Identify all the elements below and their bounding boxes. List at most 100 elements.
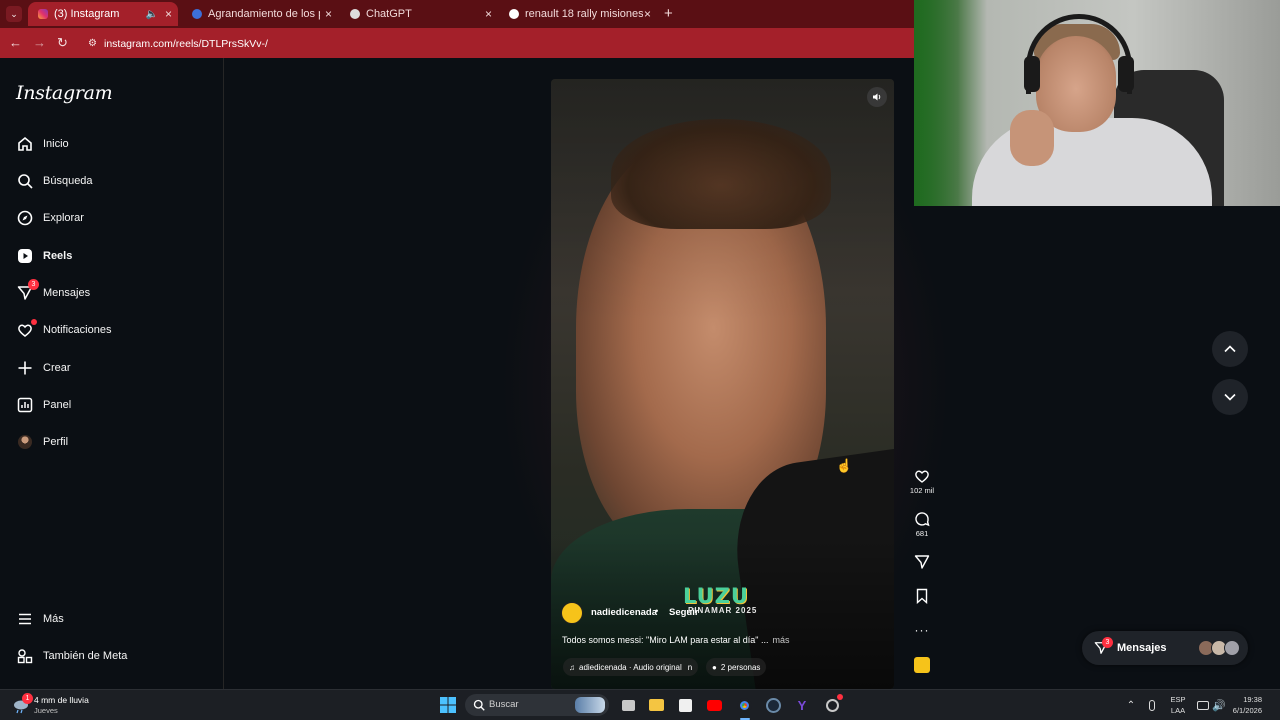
tab-instagram[interactable]: (3) Instagram 🔈 × xyxy=(28,2,178,26)
music-note-icon: ♫ xyxy=(569,662,575,672)
taskbar-search-placeholder: Buscar xyxy=(489,699,519,710)
tab-label: ChatGPT xyxy=(366,8,412,20)
nav-busqueda[interactable]: Búsqueda xyxy=(16,169,93,193)
file-explorer-icon[interactable] xyxy=(647,696,665,714)
clock-time[interactable]: 19:38 xyxy=(1232,695,1262,704)
messages-badge: 3 xyxy=(28,279,39,290)
tab-close-icon[interactable]: × xyxy=(644,7,651,21)
nav-perfil[interactable]: Perfil xyxy=(16,430,68,454)
compass-icon xyxy=(16,209,34,227)
audio-label: adiedicenada · Audio original xyxy=(579,662,682,672)
weather-badge: 1 xyxy=(22,693,33,704)
caption-more-link[interactable]: más xyxy=(772,635,789,645)
tab-close-icon[interactable]: × xyxy=(485,7,492,21)
instagram-sidebar: Instagram Inicio Búsqueda Explorar Reels xyxy=(0,58,224,689)
menu-icon xyxy=(16,610,34,628)
tab-agrandamiento[interactable]: Agrandamiento de los pechos c × xyxy=(182,2,338,26)
nav-label: Mensajes xyxy=(43,287,91,299)
webcam-overlay xyxy=(914,0,1280,206)
instagram-favicon-icon xyxy=(38,9,48,19)
people-label: 2 personas xyxy=(720,662,761,672)
messages-pill-label: Mensajes xyxy=(1117,642,1167,654)
heart-icon xyxy=(16,319,37,339)
nav-explorar[interactable]: Explorar xyxy=(16,206,84,230)
nav-panel[interactable]: Panel xyxy=(16,393,71,417)
tray-chevron-up-icon[interactable]: ⌃ xyxy=(1122,696,1140,714)
app-y-icon[interactable]: Y xyxy=(793,696,811,714)
next-reel-button[interactable] xyxy=(1212,379,1248,415)
author-avatar[interactable] xyxy=(561,602,583,624)
comment-button[interactable]: 681 xyxy=(906,511,938,538)
share-button[interactable] xyxy=(906,554,938,570)
youtube-icon[interactable] xyxy=(705,696,723,714)
task-view-icon[interactable] xyxy=(619,696,637,714)
nav-tambien-de-meta[interactable]: También de Meta xyxy=(16,644,127,668)
nav-label: También de Meta xyxy=(43,650,128,662)
save-button[interactable] xyxy=(906,588,938,604)
sound-toggle-button[interactable] xyxy=(867,87,887,107)
nav-mensajes[interactable]: 3 Mensajes xyxy=(16,279,91,305)
app-ring-icon[interactable] xyxy=(823,694,843,714)
microsoft-store-icon[interactable] xyxy=(676,696,694,714)
weather-widget[interactable]: 1 xyxy=(12,693,33,714)
audio-label-tail: n xyxy=(687,662,693,672)
more-options-icon[interactable]: ··· xyxy=(906,623,938,637)
reels-icon xyxy=(16,247,34,265)
windows-start-icon[interactable] xyxy=(439,696,457,714)
address-bar[interactable]: ⚙ instagram.com/reels/DTLPrsSkVv-/ xyxy=(84,34,914,54)
reel-caption: Todos somos messi: "Miro LAM para estar … xyxy=(562,635,789,645)
nav-inicio[interactable]: Inicio xyxy=(16,132,69,156)
nav-label: Reels xyxy=(43,250,73,262)
new-tab-button[interactable]: + xyxy=(664,5,673,22)
headset-ear-left xyxy=(1024,56,1040,92)
messages-floating-button[interactable]: 3 Mensajes xyxy=(1082,631,1248,665)
tagged-people-pill[interactable]: ● 2 personas xyxy=(706,658,767,676)
instagram-logo[interactable]: Instagram xyxy=(16,82,113,104)
follow-button[interactable]: Seguir xyxy=(669,607,699,618)
nav-crear[interactable]: Crear xyxy=(16,356,71,380)
audio-pill[interactable]: ♫ adiedicenada · Audio original n xyxy=(563,658,699,676)
heart-icon xyxy=(915,470,929,483)
audio-cover-thumbnail[interactable] xyxy=(914,657,930,673)
tab-label: renault 18 rally misiones 2015 - xyxy=(525,8,643,20)
speaker-icon xyxy=(873,93,881,101)
tab-search-menu-icon[interactable]: ⌄ xyxy=(6,6,22,22)
webcam-person-hand xyxy=(1010,110,1054,166)
taskbar-search[interactable]: Buscar xyxy=(465,694,609,716)
screen: ⌄ (3) Instagram 🔈 × Agrandamiento de los… xyxy=(0,0,1280,720)
tab-audio-icon[interactable]: 🔈 xyxy=(146,9,158,20)
site-info-icon[interactable]: ⚙ xyxy=(88,34,97,54)
nav-mas[interactable]: Más xyxy=(16,607,64,631)
chrome-icon[interactable] xyxy=(735,696,753,714)
tab-close-icon[interactable]: × xyxy=(325,7,332,21)
weather-line1: 4 mm de lluvia xyxy=(34,695,89,705)
browser-tab-bar: ⌄ (3) Instagram 🔈 × Agrandamiento de los… xyxy=(0,0,914,28)
comment-icon xyxy=(915,512,930,527)
microphone-icon[interactable] xyxy=(1143,696,1161,714)
nav-reels[interactable]: Reels xyxy=(16,244,72,268)
reel-video[interactable]: LUZU PINAMAR 2025 nadiedicenada • Seguir… xyxy=(551,79,894,689)
clock-date[interactable]: 6/1/2026 xyxy=(1226,706,1262,715)
forward-arrow-icon[interactable]: → xyxy=(33,35,46,50)
tab-close-icon[interactable]: × xyxy=(165,7,172,21)
tab-label: (3) Instagram xyxy=(54,8,120,20)
luzu-watermark: LUZU xyxy=(683,584,749,608)
nav-notificaciones[interactable]: Notificaciones xyxy=(16,318,111,342)
steam-icon[interactable] xyxy=(764,696,782,714)
plus-icon xyxy=(16,359,34,377)
author-username[interactable]: nadiedicenada xyxy=(591,607,657,618)
back-arrow-icon[interactable]: ← xyxy=(9,35,22,50)
language-line1[interactable]: ESP xyxy=(1166,695,1190,704)
app-alert-dot xyxy=(837,694,843,700)
search-icon xyxy=(473,699,485,711)
chatgpt-favicon-icon xyxy=(350,9,360,19)
like-button[interactable]: 102 mil xyxy=(906,468,938,495)
tab-renault[interactable]: renault 18 rally misiones 2015 - × xyxy=(499,2,657,26)
tab-chatgpt[interactable]: ChatGPT × xyxy=(340,2,498,26)
nav-label: Búsqueda xyxy=(43,175,93,187)
search-icon xyxy=(16,172,34,190)
messages-pill-badge: 3 xyxy=(1102,637,1113,648)
previous-reel-button[interactable] xyxy=(1212,331,1248,367)
language-line2[interactable]: LAA xyxy=(1166,706,1190,715)
reload-icon[interactable]: ↻ xyxy=(57,35,68,51)
